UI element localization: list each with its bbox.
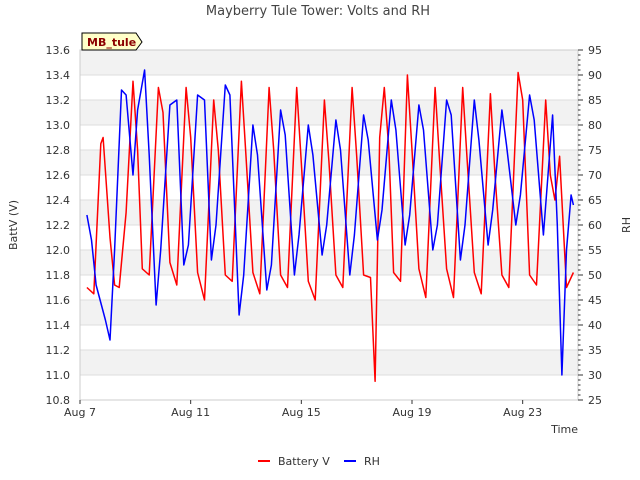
- y-left-tick-label: 11.2: [46, 344, 71, 357]
- y-left-tick-label: 12.4: [46, 194, 71, 207]
- y-right-tick-label: 35: [588, 344, 602, 357]
- y-left-tick-label: 12.6: [46, 169, 71, 182]
- y-axis-right: 25 30 35 40 45 50 55 60 65 70 75 80 85 90 95: [578, 44, 602, 407]
- y-left-tick-label: 11.8: [46, 269, 71, 282]
- site-badge-label: MB_tule: [87, 36, 136, 49]
- y-right-tick-label: 75: [588, 144, 602, 157]
- y-left-tick-label: 13.4: [46, 69, 71, 82]
- y-right-tick-label: 70: [588, 169, 602, 182]
- y-right-tick-label: 40: [588, 319, 602, 332]
- y-axis-left-title: BattV (V): [7, 200, 20, 250]
- x-tick-label: Aug 15: [282, 406, 321, 419]
- legend: Battery V RH: [258, 455, 380, 468]
- plot-background: [80, 50, 578, 375]
- y-right-tick-label: 60: [588, 219, 602, 232]
- y-right-tick-label: 65: [588, 194, 602, 207]
- x-tick-label: Aug 19: [393, 406, 432, 419]
- legend-label-rh: RH: [364, 455, 380, 468]
- y-left-tick-label: 13.0: [46, 119, 71, 132]
- y-left-tick-label: 12.2: [46, 219, 71, 232]
- y-axis-right-title: RH: [620, 217, 633, 233]
- y-left-tick-label: 11.4: [46, 319, 71, 332]
- chart: Mayberry Tule Tower: Volts and RH 10.811…: [7, 4, 633, 468]
- y-right-tick-label: 50: [588, 269, 602, 282]
- y-right-tick-label: 55: [588, 244, 602, 257]
- y-right-tick-label: 25: [588, 394, 602, 407]
- grid-band: [80, 350, 578, 375]
- y-right-tick-label: 45: [588, 294, 602, 307]
- x-axis: Aug 7 Aug 11 Aug 15 Aug 19 Aug 23: [64, 400, 542, 419]
- x-tick-label: Aug 11: [171, 406, 210, 419]
- y-left-tick-label: 12.0: [46, 244, 71, 257]
- y-left-tick-label: 11.0: [46, 369, 71, 382]
- y-left-tick-label: 13.2: [46, 94, 71, 107]
- y-left-tick-label: 12.8: [46, 144, 71, 157]
- y-axis-left: 10.811.011.211.411.611.812.012.212.412.6…: [46, 44, 71, 407]
- legend-label-battery-v: Battery V: [278, 455, 330, 468]
- grid-band: [80, 300, 578, 325]
- y-right-tick-label: 95: [588, 44, 602, 57]
- x-tick-label: Aug 7: [64, 406, 96, 419]
- x-axis-title: Time: [550, 423, 578, 436]
- chart-title: Mayberry Tule Tower: Volts and RH: [206, 4, 430, 19]
- y-right-tick-label: 90: [588, 69, 602, 82]
- y-left-tick-label: 11.6: [46, 294, 71, 307]
- y-right-tick-label: 80: [588, 119, 602, 132]
- grid-band: [80, 50, 578, 75]
- y-right-tick-label: 30: [588, 369, 602, 382]
- x-tick-label: Aug 23: [503, 406, 542, 419]
- site-badge: MB_tule: [81, 32, 143, 51]
- y-left-tick-label: 13.6: [46, 44, 71, 57]
- y-right-tick-label: 85: [588, 94, 602, 107]
